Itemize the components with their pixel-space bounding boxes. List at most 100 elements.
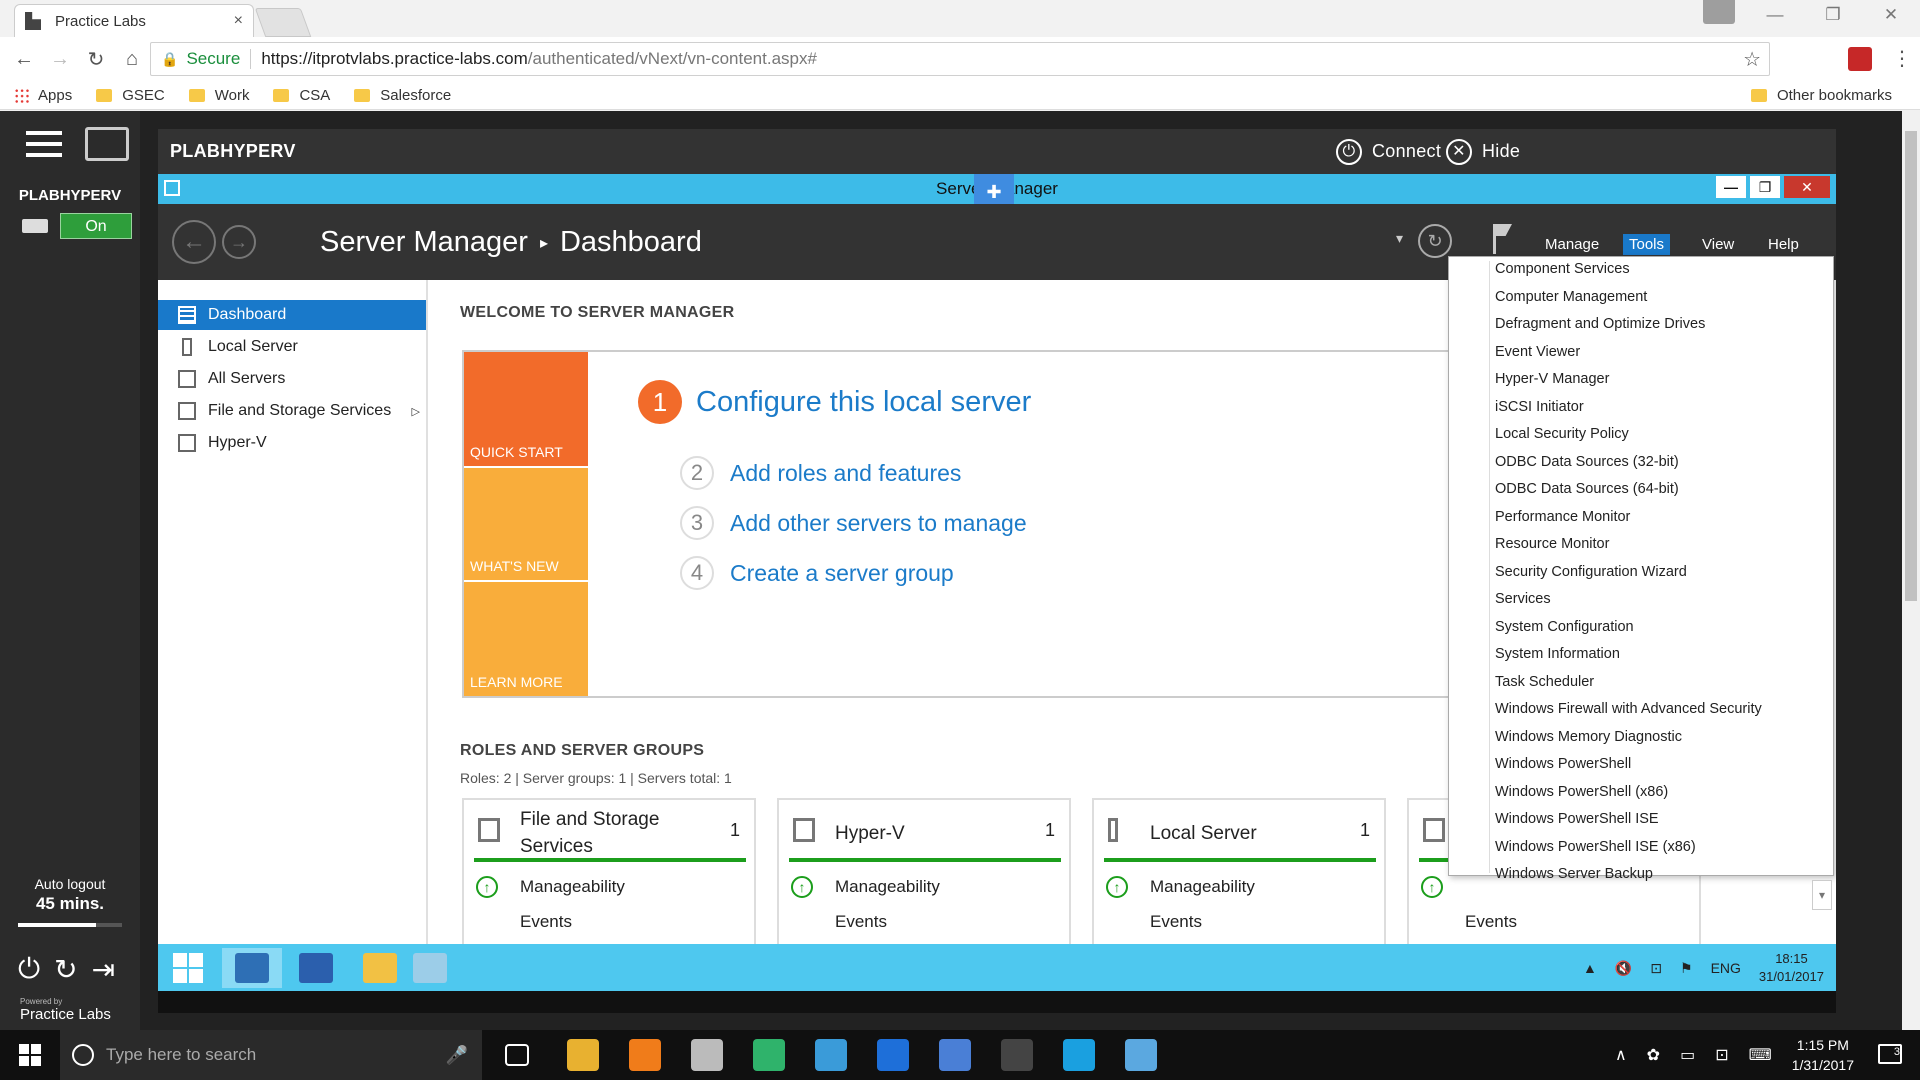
connect-button[interactable]: ⏻ Connect [1336, 129, 1441, 174]
power-icon[interactable]: ⏻ [18, 953, 40, 986]
bookmark-csa[interactable]: CSA [273, 87, 330, 104]
step-create-group[interactable]: 4 Create a server group [680, 556, 954, 590]
tools-menu-item[interactable]: System Information [1495, 646, 1620, 662]
other-bookmarks[interactable]: Other bookmarks [1750, 87, 1892, 104]
step-link[interactable]: Add other servers to manage [730, 510, 1027, 537]
tools-menu-item[interactable]: Hyper-V Manager [1495, 371, 1609, 387]
dropbox-icon[interactable]: ✿ [1647, 1045, 1660, 1065]
tile-whats-new[interactable]: WHAT'S NEW [464, 468, 588, 580]
back-icon[interactable]: ← [6, 48, 42, 71]
tab-close-icon[interactable]: × [234, 12, 243, 30]
remote-start-button[interactable] [158, 948, 218, 988]
scroll-down-icon[interactable]: ▾ [1812, 880, 1832, 910]
nav-item-file-storage[interactable]: File and Storage Services ▷ [158, 396, 426, 426]
action-center-flag-icon[interactable]: ⚑ [1680, 960, 1693, 977]
menu-tools[interactable]: Tools [1623, 234, 1671, 255]
chrome-icon[interactable] [567, 1039, 599, 1071]
tile-quick-start[interactable]: QUICK START [464, 352, 588, 466]
app-icon[interactable] [939, 1039, 971, 1071]
reload-icon[interactable]: ↻ [78, 47, 114, 72]
tools-menu-item[interactable]: Windows PowerShell ISE (x86) [1495, 839, 1696, 855]
step-configure-local-server[interactable]: 1 Configure this local server [638, 380, 1031, 424]
tools-menu-item[interactable]: Windows Firewall with Advanced Security [1495, 701, 1762, 717]
events-link[interactable]: Events [1465, 912, 1517, 932]
bookmark-gsec[interactable]: GSEC [96, 87, 165, 104]
app-icon[interactable] [1125, 1039, 1157, 1071]
address-bar[interactable]: 🔒 Secure https://itprotvlabs.practice-la… [150, 42, 1770, 76]
tools-menu-item[interactable]: Computer Management [1495, 289, 1647, 305]
menu-view[interactable]: View [1696, 234, 1740, 255]
bookmark-apps[interactable]: Apps [14, 87, 72, 104]
taskbar-hyper-v[interactable] [400, 948, 460, 988]
tools-menu-item[interactable]: Security Configuration Wizard [1495, 564, 1687, 580]
taskbar-server-manager[interactable] [222, 948, 282, 988]
tools-menu-item[interactable]: Component Services [1495, 261, 1630, 277]
start-button[interactable] [0, 1030, 60, 1080]
skype-icon[interactable] [1063, 1039, 1095, 1071]
app-icon[interactable] [691, 1039, 723, 1071]
home-icon[interactable]: ⌂ [114, 48, 150, 71]
new-tab-button[interactable] [254, 8, 312, 37]
system-clock[interactable]: 1:15 PM 1/31/2017 [1792, 1035, 1854, 1075]
taskbar-search-box[interactable]: Type here to search 🎤 [60, 1030, 482, 1080]
step-link[interactable]: Create a server group [730, 560, 954, 587]
page-scrollbar[interactable] [1902, 111, 1920, 1030]
refresh-icon[interactable]: ↻ [54, 953, 77, 986]
minimize-button[interactable]: — [1716, 176, 1746, 198]
taskbar-powershell[interactable] [286, 948, 346, 988]
app-icon[interactable] [1001, 1039, 1033, 1071]
role-card-local-server[interactable]: Local Server 1 ↑ Manageability Events [1092, 798, 1386, 944]
app-icon[interactable] [815, 1039, 847, 1071]
app-icon[interactable] [877, 1039, 909, 1071]
events-link[interactable]: Events [835, 912, 887, 932]
task-view-icon[interactable] [505, 1044, 529, 1066]
nav-item-local-server[interactable]: Local Server [158, 332, 426, 362]
screen-icon[interactable] [85, 127, 129, 161]
volume-muted-icon[interactable]: 🔇 [1615, 960, 1632, 977]
refresh-icon[interactable]: ↻ [1418, 224, 1452, 258]
step-link[interactable]: Configure this local server [696, 386, 1031, 419]
manageability-row[interactable]: ↑ [1421, 876, 1465, 898]
role-card-file-storage[interactable]: File and Storage Services 1 ↑ Manageabili… [462, 798, 756, 944]
network-icon[interactable]: ⊡ [1715, 1045, 1728, 1065]
nav-item-all-servers[interactable]: All Servers [158, 364, 426, 394]
tools-menu-item[interactable]: iSCSI Initiator [1495, 399, 1584, 415]
hamburger-menu-icon[interactable] [26, 131, 62, 159]
microphone-icon[interactable]: 🎤 [446, 1045, 468, 1066]
tools-menu-item[interactable]: Windows PowerShell [1495, 756, 1631, 772]
manageability-row[interactable]: ↑ Manageability [791, 876, 940, 898]
scrollbar-thumb[interactable] [1905, 131, 1917, 601]
hide-button[interactable]: ✕ Hide [1446, 129, 1520, 174]
close-window-button[interactable]: ✕ [1862, 0, 1920, 30]
notifications-icon[interactable]: 3 [1878, 1044, 1902, 1064]
bookmark-star-icon[interactable]: ☆ [1743, 47, 1761, 72]
tools-menu-item[interactable]: Windows PowerShell (x86) [1495, 784, 1668, 800]
power-state-button[interactable]: On [60, 213, 132, 239]
step-link[interactable]: Add roles and features [730, 460, 961, 487]
manageability-row[interactable]: ↑ Manageability [1106, 876, 1255, 898]
language-indicator[interactable]: ENG [1711, 960, 1741, 976]
tools-menu-item[interactable]: Task Scheduler [1495, 674, 1594, 690]
events-link[interactable]: Events [520, 912, 572, 932]
nav-item-dashboard[interactable]: Dashboard [158, 300, 426, 330]
role-card-hyper-v[interactable]: Hyper-V 1 ↑ Manageability Events [777, 798, 1071, 944]
tools-menu-item[interactable]: Event Viewer [1495, 344, 1580, 360]
tools-menu-item[interactable]: System Configuration [1495, 619, 1634, 635]
show-hidden-icons-icon[interactable]: ▲ [1583, 960, 1597, 976]
app-icon[interactable] [753, 1039, 785, 1071]
bookmark-work[interactable]: Work [188, 87, 249, 104]
tools-menu-item[interactable]: Services [1495, 591, 1551, 607]
battery-icon[interactable]: ▭ [1680, 1045, 1695, 1065]
network-icon[interactable]: ⊡ [1650, 960, 1662, 977]
history-dropdown-icon[interactable]: ▾ [1396, 230, 1403, 247]
tools-menu-item[interactable]: Resource Monitor [1495, 536, 1609, 552]
tools-menu-item[interactable]: Performance Monitor [1495, 509, 1630, 525]
exit-icon[interactable]: ⇥ [92, 953, 115, 986]
forward-icon[interactable]: → [222, 225, 256, 259]
minimize-button[interactable]: — [1746, 0, 1804, 30]
step-add-servers[interactable]: 3 Add other servers to manage [680, 506, 1027, 540]
events-link[interactable]: Events [1150, 912, 1202, 932]
manageability-row[interactable]: ↑ Manageability [476, 876, 625, 898]
tools-menu-item[interactable]: Windows PowerShell ISE [1495, 811, 1659, 827]
close-button[interactable]: ✕ [1784, 176, 1830, 198]
